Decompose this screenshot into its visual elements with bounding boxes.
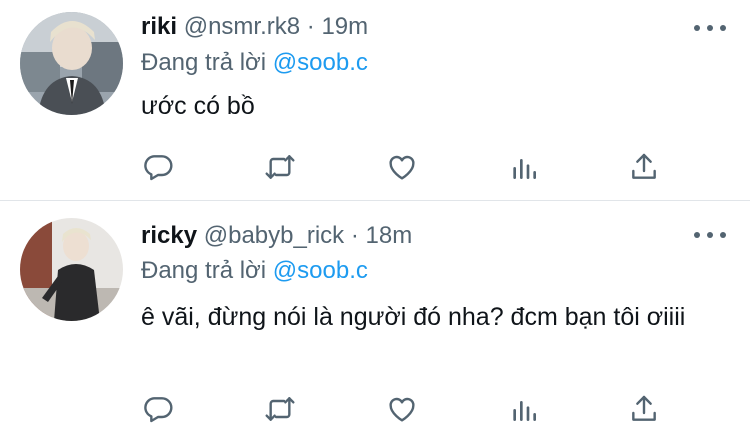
display-name[interactable]: riki: [141, 13, 177, 40]
like-icon[interactable]: [385, 392, 419, 426]
tweet[interactable]: riki @nsmr.rk8 · 19m Đang trả lời @soob.…: [0, 0, 750, 200]
tweet[interactable]: ricky @babyb_rick · 18m Đang trả lời @so…: [0, 201, 750, 434]
tweet-text: ê vãi, đừng nói là người đó nha? đcm bạn…: [141, 303, 686, 331]
tweet-header: ricky @babyb_rick · 18m: [141, 221, 412, 251]
more-options-icon[interactable]: [694, 23, 726, 33]
avatar[interactable]: [20, 12, 123, 115]
user-handle[interactable]: @babyb_rick: [204, 222, 344, 249]
timestamp[interactable]: 18m: [366, 222, 413, 249]
share-icon[interactable]: [627, 392, 661, 426]
retweet-icon[interactable]: [263, 150, 297, 184]
replying-to: Đang trả lời @soob.c: [141, 256, 368, 286]
action-bar: [0, 150, 750, 184]
display-name[interactable]: ricky: [141, 222, 197, 249]
separator-dot: ·: [306, 13, 315, 40]
retweet-icon[interactable]: [263, 392, 297, 426]
replying-to: Đang trả lời @soob.c: [141, 48, 368, 78]
share-icon[interactable]: [627, 150, 661, 184]
action-bar: [0, 392, 750, 426]
user-handle[interactable]: @nsmr.rk8: [184, 13, 300, 40]
tweet-header: riki @nsmr.rk8 · 19m: [141, 12, 368, 42]
mention-link[interactable]: @soob.c: [273, 257, 368, 284]
analytics-icon[interactable]: [507, 150, 541, 184]
mention-link[interactable]: @soob.c: [273, 49, 368, 76]
avatar[interactable]: [20, 218, 123, 321]
timestamp[interactable]: 19m: [321, 13, 368, 40]
more-options-icon[interactable]: [694, 230, 726, 240]
replying-prefix: Đang trả lời: [141, 49, 267, 76]
tweet-text: ước có bồ: [141, 92, 255, 120]
replying-prefix: Đang trả lời: [141, 257, 267, 284]
like-icon[interactable]: [385, 150, 419, 184]
reply-icon[interactable]: [141, 150, 175, 184]
analytics-icon[interactable]: [507, 392, 541, 426]
separator-dot: ·: [350, 222, 359, 249]
reply-icon[interactable]: [141, 392, 175, 426]
